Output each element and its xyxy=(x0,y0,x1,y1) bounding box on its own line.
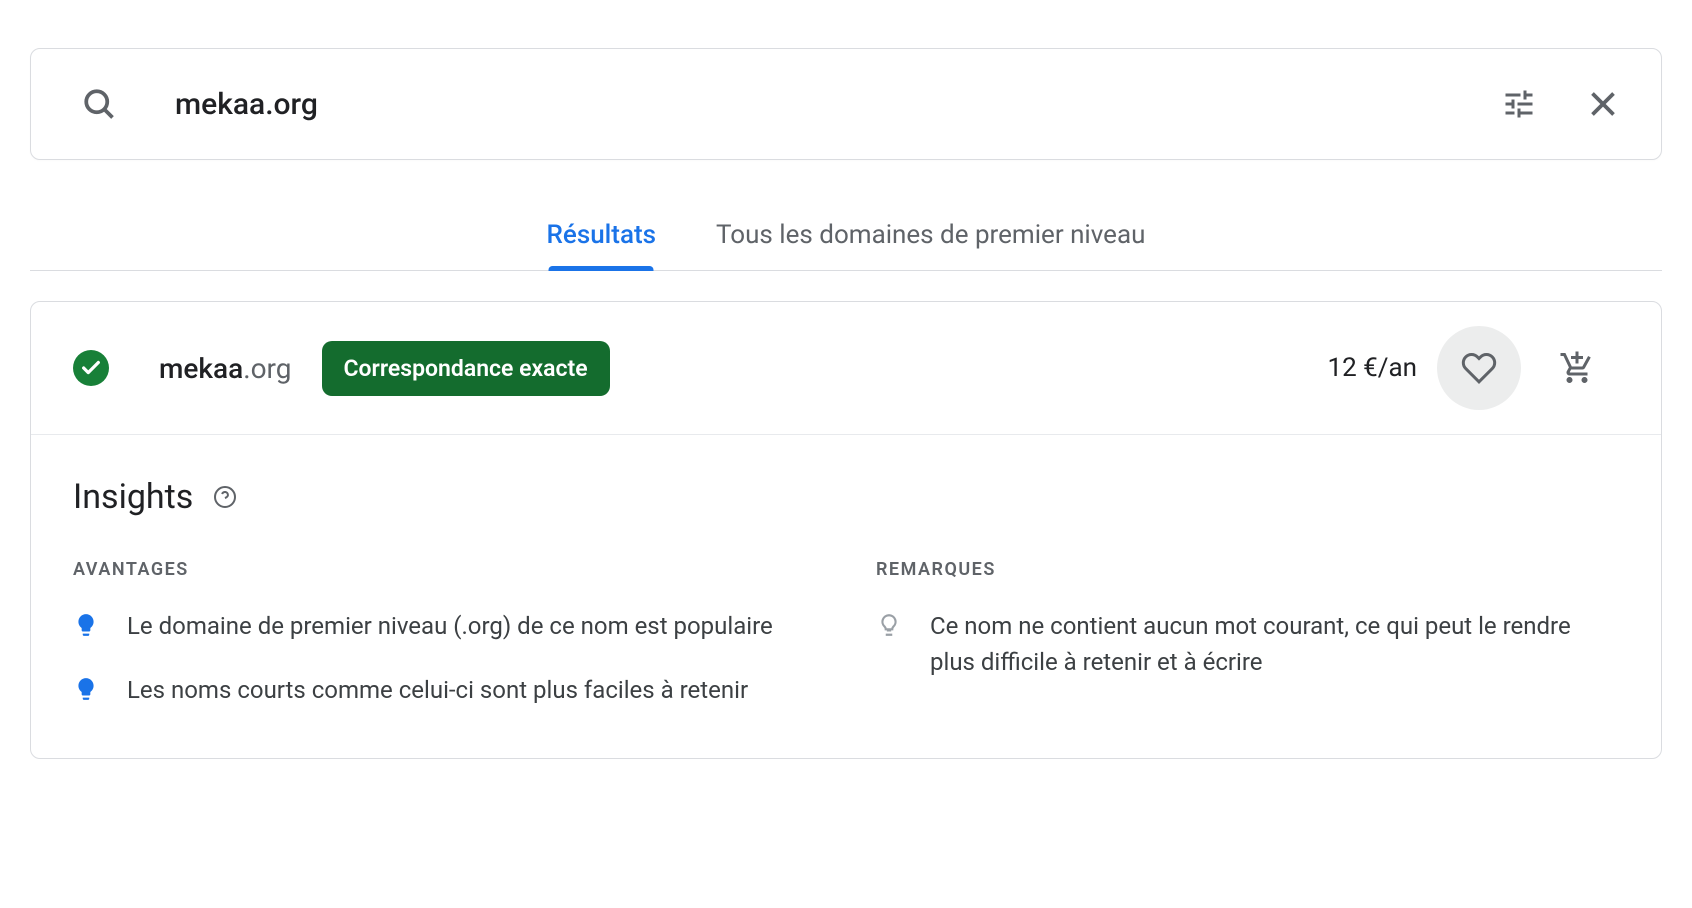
search-input[interactable] xyxy=(175,87,1489,122)
clear-button[interactable] xyxy=(1573,74,1633,134)
insight-text: Les noms courts comme celui-ci sont plus… xyxy=(127,672,748,708)
add-to-cart-button[interactable] xyxy=(1535,326,1619,410)
insight-text: Le domaine de premier niveau (.org) de c… xyxy=(127,608,773,644)
advantages-heading: AVANTAGES xyxy=(73,559,816,580)
result-header: mekaa.org Correspondance exacte 12 €/an xyxy=(31,302,1661,435)
tab-results[interactable]: Résultats xyxy=(517,200,686,270)
insight-item: Le domaine de premier niveau (.org) de c… xyxy=(73,608,816,644)
result-card: mekaa.org Correspondance exacte 12 €/an xyxy=(30,301,1662,759)
remarks-column: REMARQUES Ce nom ne contient aucun mot c… xyxy=(876,559,1619,708)
search-icon xyxy=(81,86,117,122)
heart-icon xyxy=(1461,350,1497,386)
lightbulb-outline-icon xyxy=(876,612,902,638)
tabs: Résultats Tous les domaines de premier n… xyxy=(30,200,1662,271)
search-bar xyxy=(30,48,1662,160)
add-cart-icon xyxy=(1559,350,1595,386)
tune-icon xyxy=(1501,86,1537,122)
domain-name: mekaa.org xyxy=(159,352,292,385)
insights-title: Insights xyxy=(73,477,193,517)
help-icon[interactable] xyxy=(213,485,237,509)
lightbulb-icon xyxy=(73,676,99,702)
available-check-icon xyxy=(73,350,109,386)
insight-item: Les noms courts comme celui-ci sont plus… xyxy=(73,672,816,708)
advantages-column: AVANTAGES Le domaine de premier niveau (… xyxy=(73,559,816,708)
domain-tld: .org xyxy=(243,352,291,385)
lightbulb-icon xyxy=(73,612,99,638)
insight-item: Ce nom ne contient aucun mot courant, ce… xyxy=(876,608,1619,680)
filters-button[interactable] xyxy=(1489,74,1549,134)
favorite-button[interactable] xyxy=(1437,326,1521,410)
insight-text: Ce nom ne contient aucun mot courant, ce… xyxy=(930,608,1619,680)
close-icon xyxy=(1585,86,1621,122)
exact-match-badge: Correspondance exacte xyxy=(322,341,610,396)
remarks-heading: REMARQUES xyxy=(876,559,1619,580)
insights-section: Insights AVANTAGES Le domaine de premier… xyxy=(31,435,1661,758)
price: 12 €/an xyxy=(1327,353,1417,383)
domain-sld: mekaa xyxy=(159,352,243,385)
tab-all-tlds[interactable]: Tous les domaines de premier niveau xyxy=(686,200,1175,270)
